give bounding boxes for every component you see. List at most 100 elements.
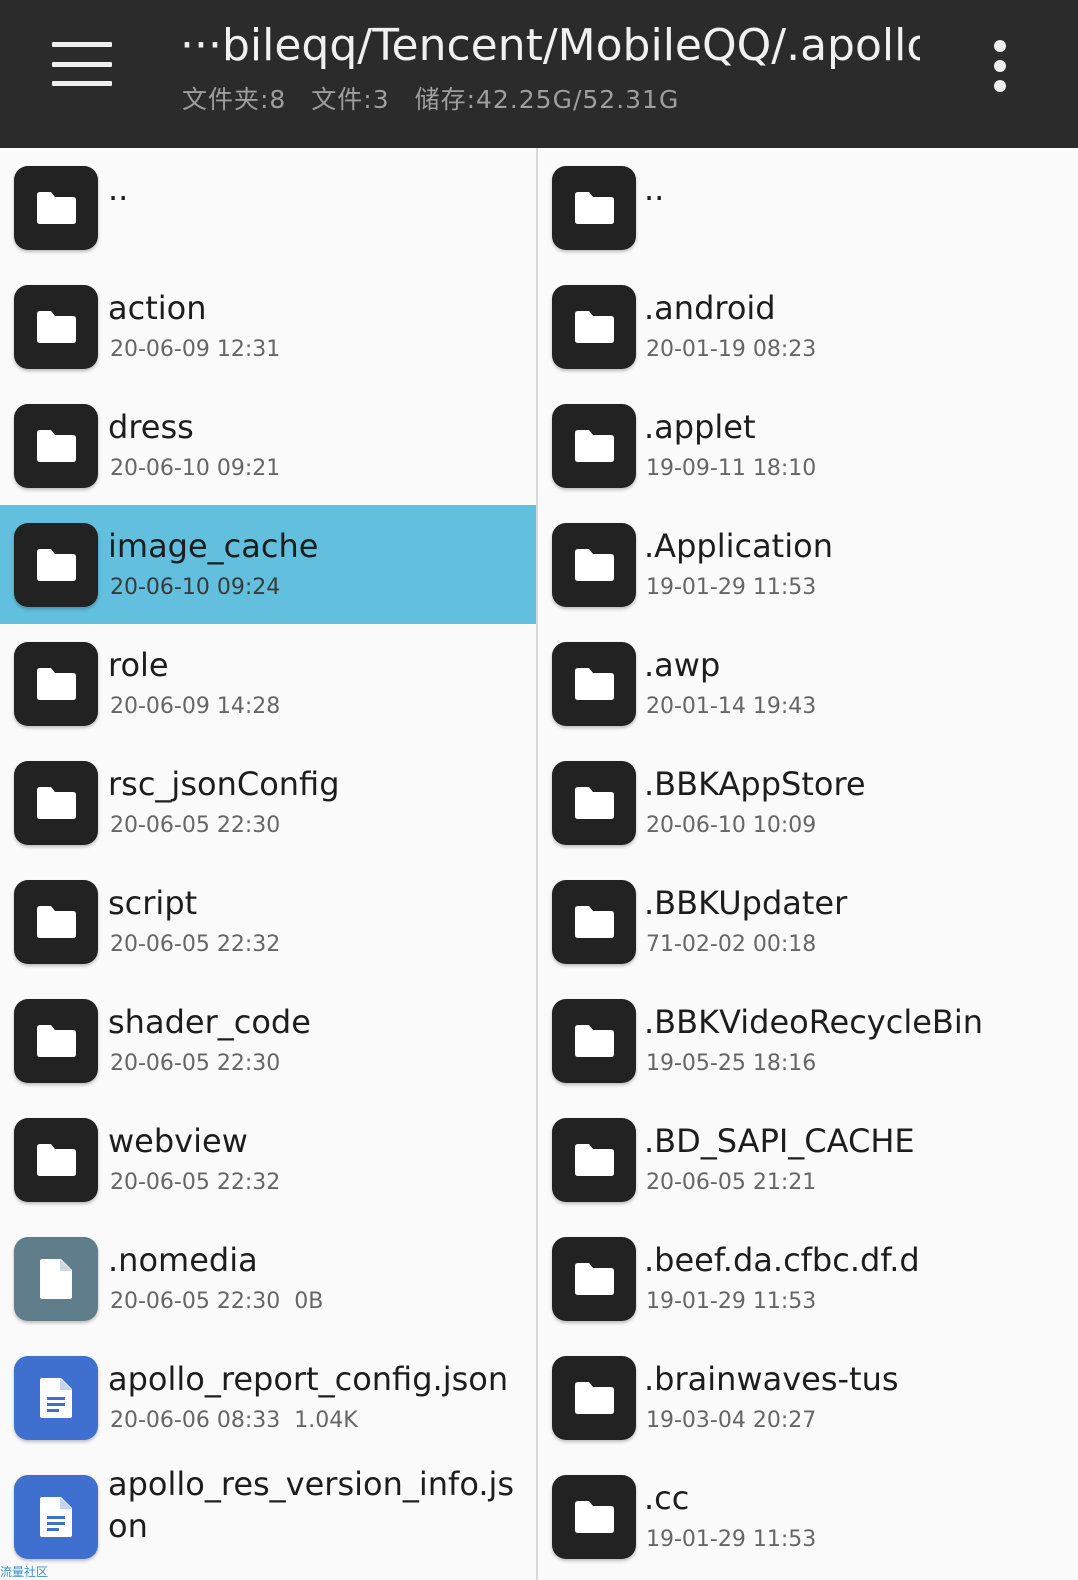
folder-icon bbox=[552, 166, 636, 250]
file-row[interactable]: .awp 20-01-14 19:43 bbox=[538, 624, 1078, 743]
file-row[interactable]: action 20-06-09 12:31 bbox=[0, 267, 536, 386]
file-name: rsc_jsonConfig bbox=[108, 765, 340, 803]
folder-icon bbox=[552, 642, 636, 726]
folder-icon bbox=[552, 523, 636, 607]
modified-date: 19-01-29 11:53 bbox=[646, 575, 817, 600]
modified-date: 20-06-06 08:33 bbox=[110, 1408, 281, 1433]
modified-date: 20-06-05 22:30 bbox=[110, 1051, 281, 1076]
file-meta: 20-01-19 08:23 bbox=[646, 337, 816, 362]
file-row[interactable]: .beef.da.cfbc.df.d 19-01-29 11:53 bbox=[538, 1219, 1078, 1338]
file-meta: 20-06-10 10:09 bbox=[646, 813, 816, 838]
file-row[interactable]: .BBKAppStore 20-06-10 10:09 bbox=[538, 743, 1078, 862]
folder-icon bbox=[14, 285, 98, 369]
folder-icon bbox=[552, 1356, 636, 1440]
file-count: 文件:3 bbox=[311, 85, 390, 114]
modified-date: 19-03-04 20:27 bbox=[646, 1408, 817, 1433]
file-row[interactable]: .nomedia 20-06-05 22:30 0B bbox=[0, 1219, 536, 1338]
modified-date: 19-05-25 18:16 bbox=[646, 1051, 817, 1076]
file-row[interactable]: script 20-06-05 22:32 bbox=[0, 862, 536, 981]
modified-date: 20-06-10 09:21 bbox=[110, 456, 281, 481]
folder-icon bbox=[14, 166, 98, 250]
folder-icon bbox=[552, 1237, 636, 1321]
folder-icon bbox=[552, 761, 636, 845]
modified-date: 20-06-10 09:24 bbox=[110, 575, 281, 600]
right-file-pane[interactable]: .. .android 20-01-19 08:23 .applet 19-09-11 … bbox=[538, 148, 1078, 1580]
file-meta: 20-06-05 22:32 bbox=[110, 1170, 280, 1195]
file-row[interactable]: .android 20-01-19 08:23 bbox=[538, 267, 1078, 386]
file-meta: 20-06-05 22:30 bbox=[110, 813, 280, 838]
modified-date: 71-02-02 00:18 bbox=[646, 932, 817, 957]
file-name: .beef.da.cfbc.df.d bbox=[644, 1241, 920, 1279]
modified-date: 20-01-19 08:23 bbox=[646, 337, 817, 362]
file-name: action bbox=[108, 289, 207, 327]
file-meta: 19-05-25 18:16 bbox=[646, 1051, 816, 1076]
file-row[interactable]: role 20-06-09 14:28 bbox=[0, 624, 536, 743]
file-icon bbox=[14, 1237, 98, 1321]
file-row[interactable]: rsc_jsonConfig 20-06-05 22:30 bbox=[0, 743, 536, 862]
file-name: webview bbox=[108, 1122, 248, 1160]
file-meta: 20-06-09 14:28 bbox=[110, 694, 280, 719]
current-path[interactable]: ···bileqq/Tencent/MobileQQ/.apollo/ bbox=[180, 20, 920, 71]
file-meta: 19-01-29 11:53 bbox=[646, 575, 816, 600]
file-name: .cc bbox=[644, 1479, 690, 1517]
file-name: .brainwaves-tus bbox=[644, 1360, 899, 1398]
file-name: role bbox=[108, 646, 169, 684]
file-name: .android bbox=[644, 289, 776, 327]
folder-icon bbox=[14, 761, 98, 845]
folder-icon bbox=[552, 1118, 636, 1202]
file-name: .. bbox=[108, 170, 129, 208]
file-row[interactable]: apollo_res_version_info.json bbox=[0, 1457, 536, 1576]
file-row[interactable]: .BBKUpdater 71-02-02 00:18 bbox=[538, 862, 1078, 981]
file-meta: 19-09-11 18:10 bbox=[646, 456, 816, 481]
file-meta: 20-01-14 19:43 bbox=[646, 694, 816, 719]
file-meta: 20-06-10 09:21 bbox=[110, 456, 280, 481]
folder-icon bbox=[14, 642, 98, 726]
hamburger-menu-icon[interactable] bbox=[52, 42, 112, 86]
file-row[interactable]: .. bbox=[538, 148, 1078, 267]
folder-icon bbox=[552, 880, 636, 964]
file-row[interactable]: shader_code 20-06-05 22:30 bbox=[0, 981, 536, 1100]
folder-icon bbox=[552, 285, 636, 369]
file-meta: 71-02-02 00:18 bbox=[646, 932, 816, 957]
file-row[interactable]: .BBKVideoRecycleBin 19-05-25 18:16 bbox=[538, 981, 1078, 1100]
file-row[interactable]: image_cache 20-06-10 09:24 bbox=[0, 505, 536, 624]
file-row[interactable]: .cc 19-01-29 11:53 bbox=[538, 1457, 1078, 1576]
document-icon bbox=[14, 1356, 98, 1440]
file-row[interactable]: .Application 19-01-29 11:53 bbox=[538, 505, 1078, 624]
app-bar: ···bileqq/Tencent/MobileQQ/.apollo/ 文件夹:… bbox=[0, 0, 1078, 148]
file-name: apollo_res_version_info.json bbox=[108, 1465, 515, 1545]
file-meta: 20-06-05 22:32 bbox=[110, 932, 280, 957]
document-icon bbox=[14, 1475, 98, 1559]
file-name: .. bbox=[644, 170, 665, 208]
folder-icon bbox=[14, 999, 98, 1083]
file-row[interactable]: .. bbox=[0, 148, 536, 267]
folder-icon bbox=[552, 404, 636, 488]
file-name: .BBKAppStore bbox=[644, 765, 866, 803]
file-meta: 20-06-05 22:30 0B bbox=[110, 1289, 323, 1314]
file-meta: 20-06-09 12:31 bbox=[110, 337, 280, 362]
modified-date: 19-09-11 18:10 bbox=[646, 456, 817, 481]
modified-date: 20-06-09 12:31 bbox=[110, 337, 281, 362]
file-row[interactable]: .brainwaves-tus 19-03-04 20:27 bbox=[538, 1338, 1078, 1457]
file-name: .BBKUpdater bbox=[644, 884, 848, 922]
file-row[interactable]: webview 20-06-05 22:32 bbox=[0, 1100, 536, 1219]
folder-icon bbox=[14, 404, 98, 488]
modified-date: 20-01-14 19:43 bbox=[646, 694, 817, 719]
file-meta: 20-06-05 22:30 bbox=[110, 1051, 280, 1076]
file-row[interactable]: .BD_SAPI_CACHE 20-06-05 21:21 bbox=[538, 1100, 1078, 1219]
file-row[interactable]: apollo_report_config.json 20-06-06 08:33 1… bbox=[0, 1338, 536, 1457]
folder-icon bbox=[14, 1118, 98, 1202]
left-file-pane[interactable]: .. action 20-06-09 12:31 dress 20-06-10 09:2… bbox=[0, 148, 536, 1580]
file-meta: 19-03-04 20:27 bbox=[646, 1408, 816, 1433]
more-vert-icon[interactable] bbox=[988, 40, 1012, 92]
file-name: dress bbox=[108, 408, 194, 446]
modified-date: 20-06-09 14:28 bbox=[110, 694, 281, 719]
file-name: .applet bbox=[644, 408, 756, 446]
folder-count: 文件夹:8 bbox=[182, 85, 287, 114]
file-name: .nomedia bbox=[108, 1241, 258, 1279]
file-meta: 20-06-06 08:33 1.04K bbox=[110, 1408, 358, 1433]
folder-icon bbox=[14, 523, 98, 607]
modified-date: 20-06-05 22:30 bbox=[110, 1289, 281, 1314]
file-row[interactable]: dress 20-06-10 09:21 bbox=[0, 386, 536, 505]
file-row[interactable]: .applet 19-09-11 18:10 bbox=[538, 386, 1078, 505]
